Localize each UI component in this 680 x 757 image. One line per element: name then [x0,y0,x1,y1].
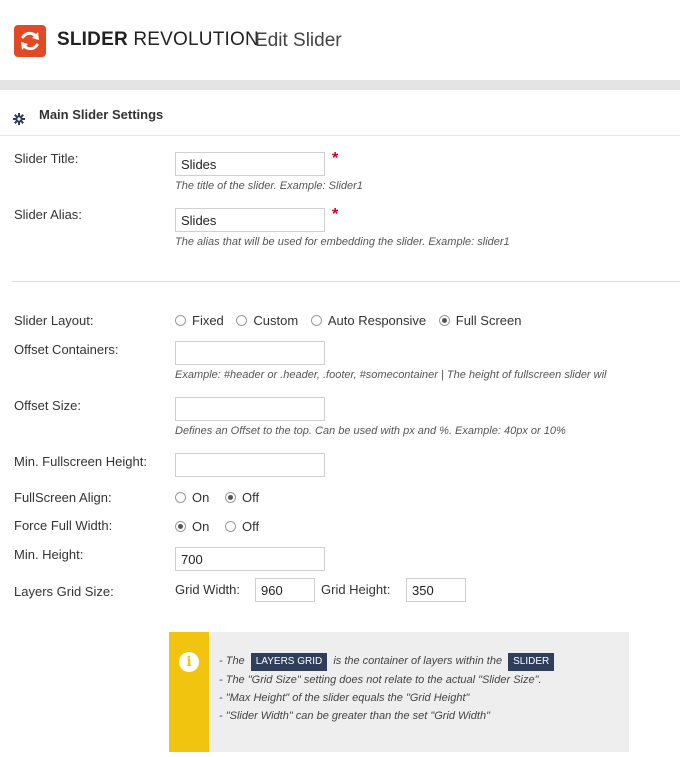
force-full-width-off[interactable]: Off [224,519,260,534]
radio-label: Fixed [192,313,224,328]
radio-on[interactable] [175,521,186,532]
info-accent-strip: i [169,632,209,752]
info-line-3: - "Max Height" of the slider equals the … [219,692,470,704]
offset-size-label: Offset Size: [14,398,81,413]
slider-title-label: Slider Title: [14,151,79,166]
info-icon: i [179,652,199,672]
info-line-1: - The LAYERS GRID is the container of la… [219,652,557,671]
slider-alias-input[interactable] [175,208,325,232]
info-line-4: - "Slider Width" can be greater than the… [219,710,490,722]
info-line-1-middle: is the container of layers within the [333,655,503,667]
grid-height-label: Grid Height: [321,582,391,597]
radio-auto-responsive[interactable] [310,315,322,326]
offset-containers-input[interactable] [175,341,325,365]
brand-bold: SLIDER [57,29,128,50]
info-line-2: - The "Grid Size" setting does not relat… [219,674,542,686]
radio-label: On [192,519,210,534]
offset-containers-label: Offset Containers: [14,342,119,357]
radio-label: Auto Responsive [327,313,427,328]
slider-alias-required-marker: * [332,206,339,223]
fullscreen-align-radio-group: On Off [175,490,268,505]
radio-on[interactable] [175,492,186,503]
info-box: i - The LAYERS GRID is the container of … [169,632,629,752]
grid-width-label: Grid Width: [175,582,241,597]
force-full-width-label: Force Full Width: [14,518,113,533]
layout-option-fixed[interactable]: Fixed [175,313,224,328]
layers-grid-badge: LAYERS GRID [250,653,328,671]
radio-fixed[interactable] [175,315,186,326]
fullscreen-align-off[interactable]: Off [224,490,260,505]
min-height-input[interactable] [175,547,325,571]
offset-size-input[interactable] [175,397,325,421]
header-divider-band [0,80,680,90]
brand-light: REVOLUTION [133,29,259,50]
slider-badge: SLIDER [508,653,555,671]
gear-icon [13,113,25,125]
radio-label: On [192,490,210,505]
layout-option-auto-responsive[interactable]: Auto Responsive [310,313,427,328]
radio-full-screen[interactable] [438,315,450,326]
grid-width-input[interactable] [255,578,315,602]
radio-off[interactable] [224,521,236,532]
slider-layout-label: Slider Layout: [14,313,94,328]
force-full-width-on[interactable]: On [175,519,209,534]
slider-title-description: The title of the slider. Example: Slider… [175,180,363,192]
layout-option-custom[interactable]: Custom [236,313,298,328]
info-line-1-prefix: - The [219,655,245,667]
slider-alias-label: Slider Alias: [14,207,82,222]
fullscreen-align-on[interactable]: On [175,490,209,505]
min-height-label: Min. Height: [14,547,84,562]
radio-label: Off [241,490,260,505]
section-divider [12,281,680,282]
slider-revolution-logo-icon [14,25,46,57]
force-full-width-radio-group: On Off [175,519,268,534]
layout-option-full-screen[interactable]: Full Screen [438,313,522,328]
min-fullscreen-height-label: Min. Fullscreen Height: [14,454,147,469]
radio-label: Custom [253,313,299,328]
slider-title-required-marker: * [332,150,339,167]
slider-title-input[interactable] [175,152,325,176]
slider-alias-description: The alias that will be used for embeddin… [175,236,510,248]
fullscreen-align-label: FullScreen Align: [14,490,112,505]
section-header: Main Slider Settings [0,92,680,136]
radio-off[interactable] [224,492,236,503]
top-bar: SLIDER REVOLUTION Edit Slider [0,0,680,80]
offset-size-description: Defines an Offset to the top. Can be use… [175,425,566,437]
page-title: Edit Slider [255,30,342,51]
offset-containers-description: Example: #header or .header, .footer, #s… [175,369,607,381]
brand-name: SLIDER REVOLUTION [57,29,259,51]
radio-label: Off [241,519,260,534]
min-fullscreen-height-input[interactable] [175,453,325,477]
grid-height-input[interactable] [406,578,466,602]
info-text: - The LAYERS GRID is the container of la… [219,652,557,725]
layers-grid-size-label: Layers Grid Size: [14,584,114,599]
slider-layout-radio-group: Fixed Custom Auto Responsive Full Screen [175,313,531,328]
radio-label: Full Screen [455,313,522,328]
section-title: Main Slider Settings [39,107,164,122]
radio-custom[interactable] [236,315,248,326]
